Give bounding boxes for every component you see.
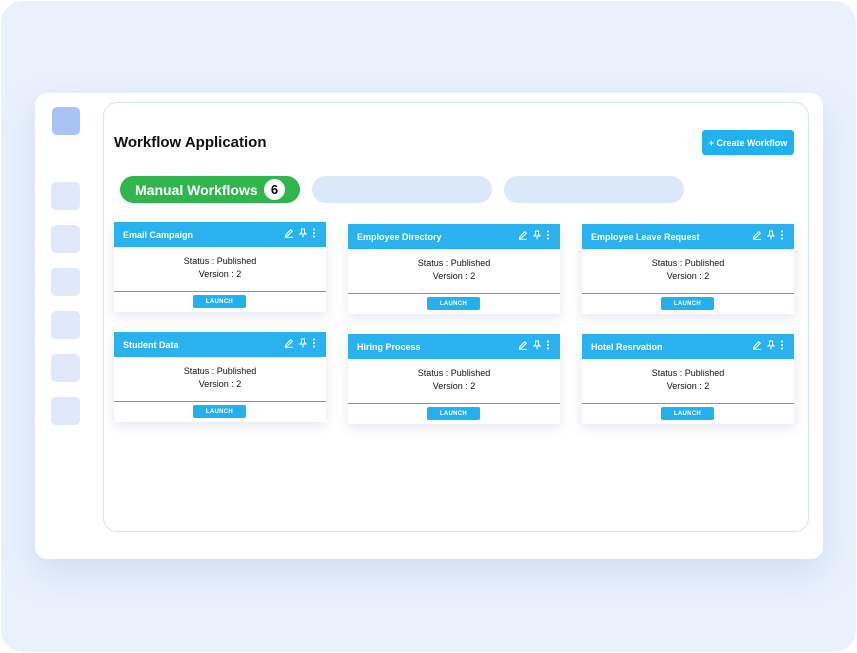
pencil-icon[interactable] (518, 340, 528, 350)
card-divider (114, 401, 326, 402)
pencil-icon[interactable] (752, 230, 762, 240)
workflow-card: Email Campaign Status : Published Versio… (114, 222, 326, 312)
tab-manual-workflows[interactable]: Manual Workflows 6 (120, 176, 300, 203)
card-title: Employee Leave Request (591, 231, 700, 242)
more-vertical-icon[interactable] (780, 230, 784, 240)
pin-icon[interactable] (299, 228, 307, 238)
more-vertical-icon[interactable] (546, 230, 550, 240)
sidebar-logo[interactable] (52, 107, 80, 135)
sidebar-item-2[interactable] (51, 225, 80, 253)
pin-icon[interactable] (533, 230, 541, 240)
card-header: Hiring Process (348, 334, 560, 359)
card-actions (284, 228, 316, 238)
pin-icon[interactable] (767, 230, 775, 240)
card-title: Hotel Resrvation (591, 341, 663, 352)
card-version: Version : 2 (432, 381, 476, 391)
card-divider (348, 403, 560, 404)
more-vertical-icon[interactable] (546, 340, 550, 350)
launch-button[interactable]: LAUNCH (193, 405, 246, 418)
card-actions (752, 340, 784, 350)
card-header: Email Campaign (114, 222, 326, 247)
card-status: Status : Published (417, 258, 491, 268)
card-header: Employee Leave Request (582, 224, 794, 249)
card-status: Status : Published (183, 256, 257, 266)
pencil-icon[interactable] (518, 230, 528, 240)
tab-placeholder-3[interactable] (504, 176, 684, 203)
sidebar-item-4[interactable] (51, 311, 80, 339)
pin-icon[interactable] (767, 340, 775, 350)
card-divider (582, 403, 794, 404)
launch-button[interactable]: LAUNCH (427, 407, 480, 420)
more-vertical-icon[interactable] (780, 340, 784, 350)
card-title: Student Data (123, 339, 179, 350)
card-status: Status : Published (651, 368, 725, 378)
sidebar-item-6[interactable] (51, 397, 80, 425)
card-status: Status : Published (651, 258, 725, 268)
card-version: Version : 2 (432, 271, 476, 281)
card-version: Version : 2 (198, 379, 242, 389)
workflow-card: Hotel Resrvation Status : Published Vers… (582, 334, 794, 424)
tab-placeholder-2[interactable] (312, 176, 492, 203)
sidebar-item-3[interactable] (51, 268, 80, 296)
workflow-card: Employee Directory Status : Published Ve… (348, 224, 560, 314)
launch-button[interactable]: LAUNCH (661, 297, 714, 310)
more-vertical-icon[interactable] (312, 228, 316, 238)
main-panel (103, 102, 809, 532)
sidebar-item-5[interactable] (51, 354, 80, 382)
tab-label: Manual Workflows (135, 181, 258, 198)
create-workflow-button[interactable]: + Create Workflow (702, 130, 794, 155)
card-version: Version : 2 (198, 269, 242, 279)
workflow-card: Hiring Process Status : Published Versio… (348, 334, 560, 424)
card-header: Employee Directory (348, 224, 560, 249)
workflow-card: Employee Leave Request Status : Publishe… (582, 224, 794, 314)
sidebar-item-1[interactable] (51, 182, 80, 210)
card-status: Status : Published (183, 366, 257, 376)
count-badge: 6 (264, 179, 285, 200)
launch-button[interactable]: LAUNCH (427, 297, 480, 310)
card-title: Hiring Process (357, 341, 421, 352)
pencil-icon[interactable] (284, 228, 294, 238)
card-divider (114, 291, 326, 292)
pencil-icon[interactable] (752, 340, 762, 350)
pin-icon[interactable] (533, 340, 541, 350)
card-title: Employee Directory (357, 231, 442, 242)
pin-icon[interactable] (299, 338, 307, 348)
card-header: Hotel Resrvation (582, 334, 794, 359)
card-version: Version : 2 (666, 381, 710, 391)
card-version: Version : 2 (666, 271, 710, 281)
card-divider (348, 293, 560, 294)
card-actions (518, 230, 550, 240)
card-divider (582, 293, 794, 294)
page-title: Workflow Application (114, 134, 267, 151)
card-actions (284, 338, 316, 348)
card-header: Student Data (114, 332, 326, 357)
card-actions (518, 340, 550, 350)
card-actions (752, 230, 784, 240)
launch-button[interactable]: LAUNCH (193, 295, 246, 308)
card-title: Email Campaign (123, 229, 194, 240)
more-vertical-icon[interactable] (312, 338, 316, 348)
launch-button[interactable]: LAUNCH (661, 407, 714, 420)
workflow-card: Student Data Status : Published Version … (114, 332, 326, 422)
pencil-icon[interactable] (284, 338, 294, 348)
card-status: Status : Published (417, 368, 491, 378)
